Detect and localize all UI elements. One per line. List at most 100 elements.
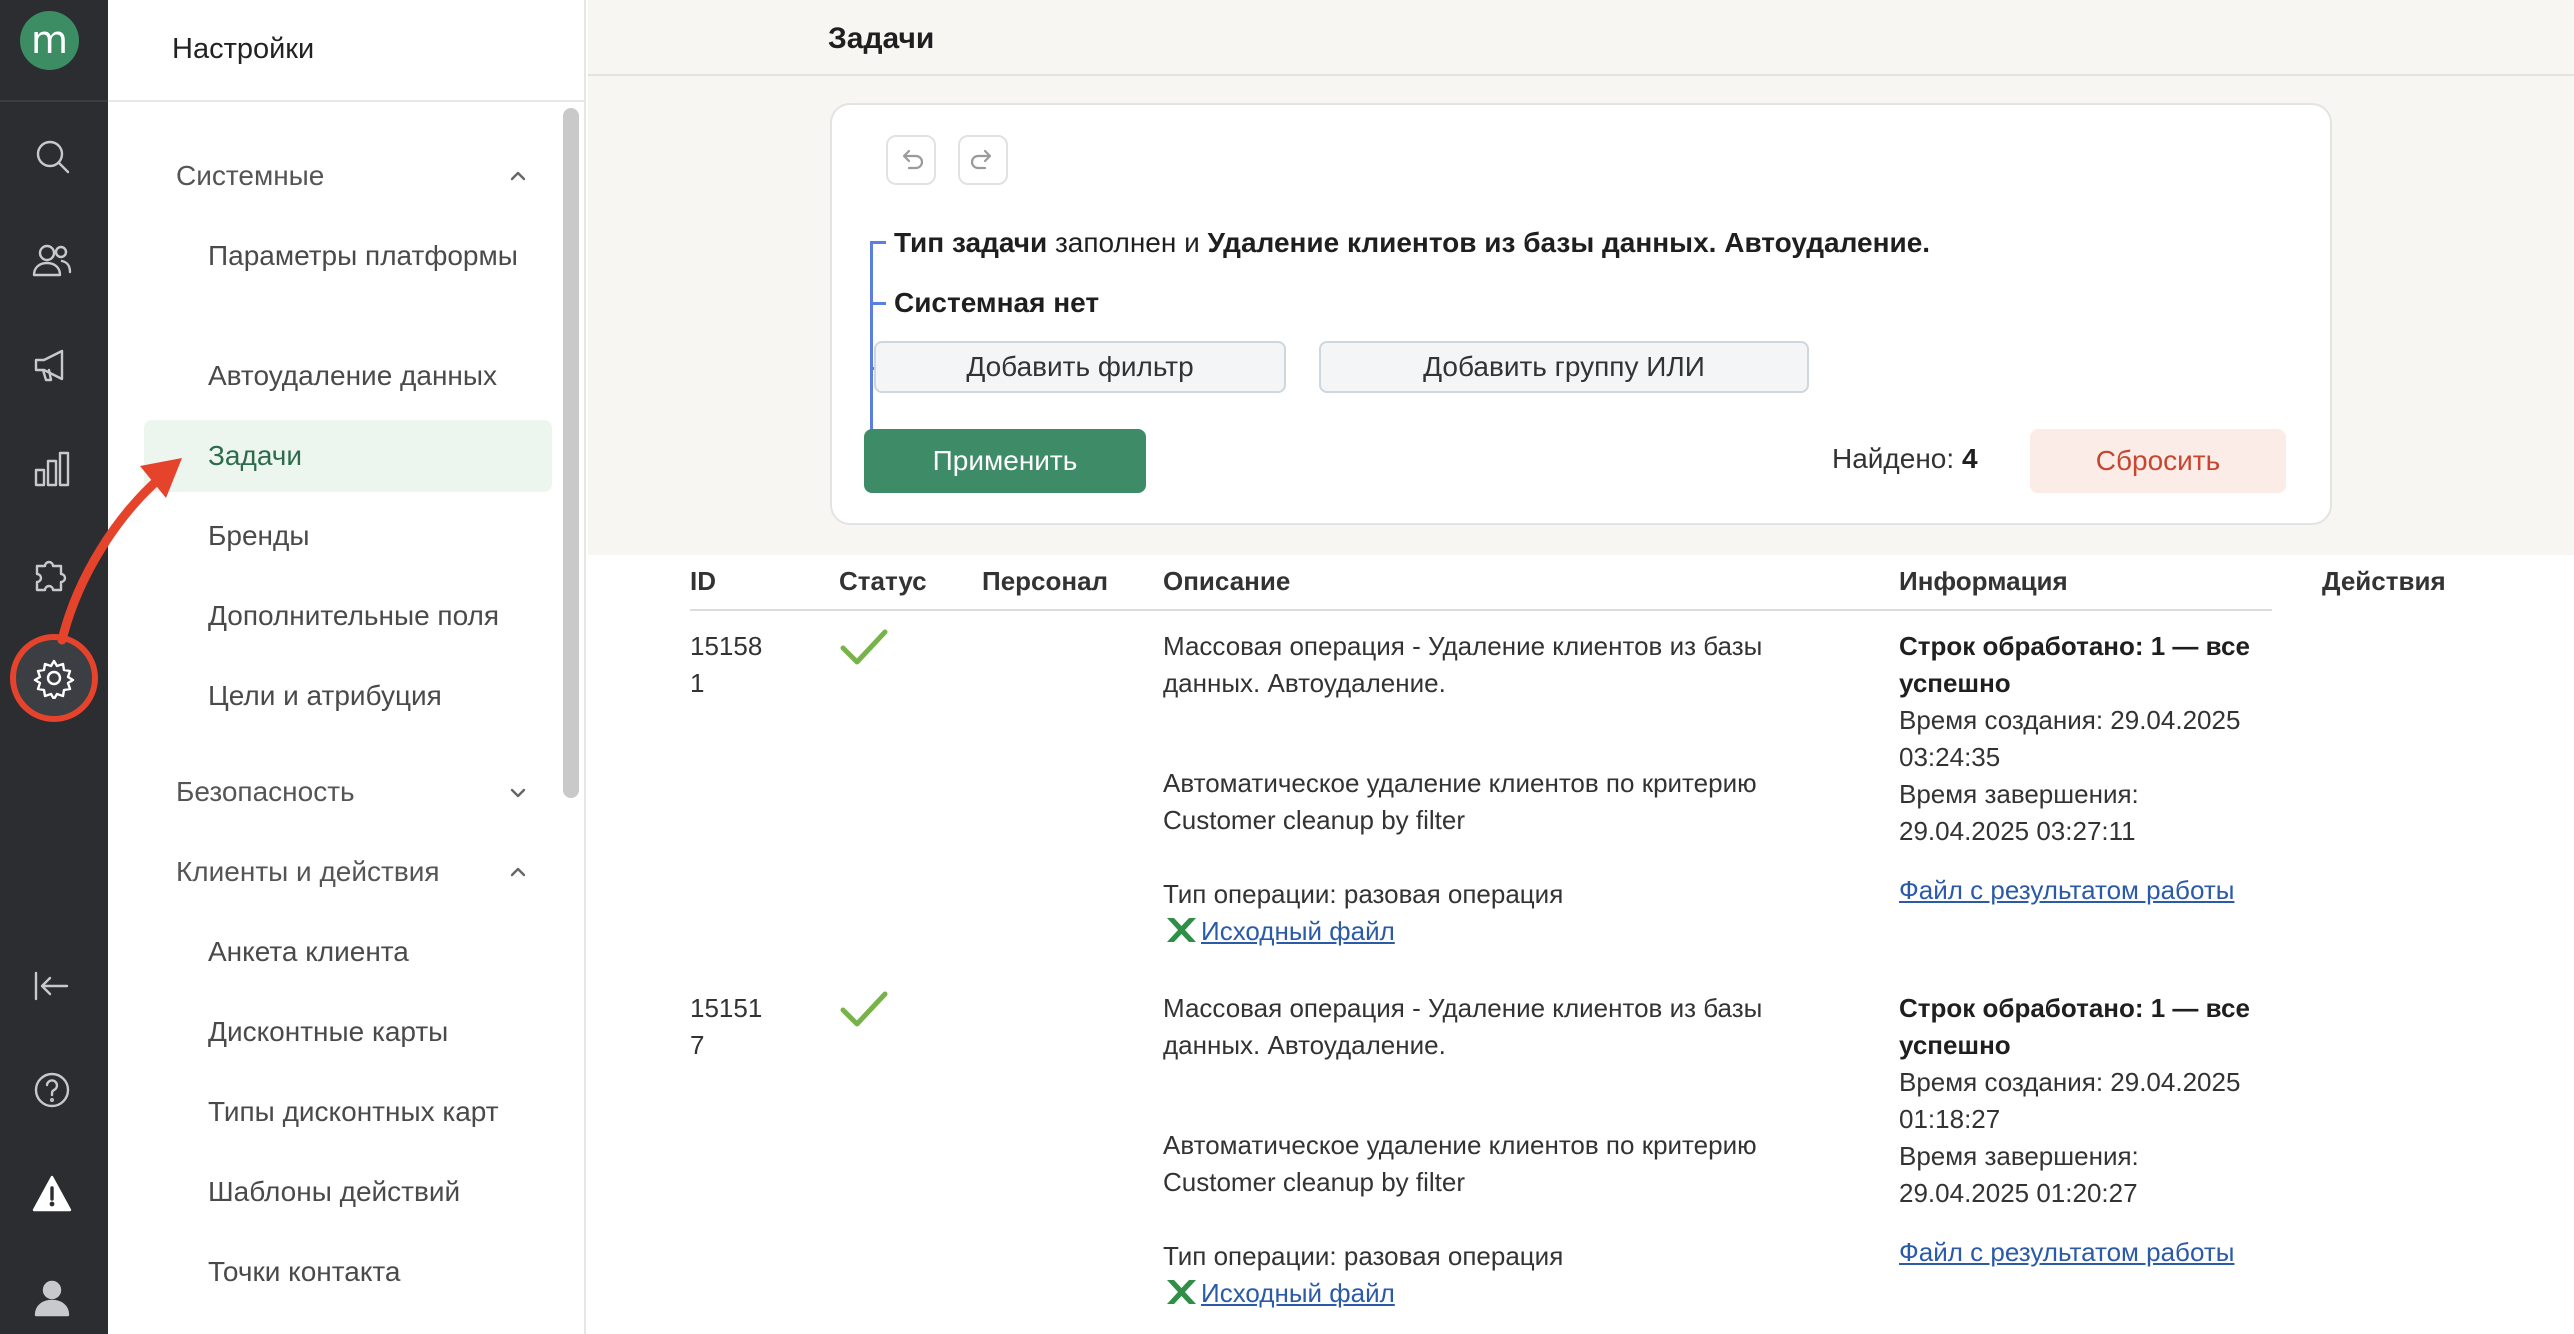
- description-line: Customer cleanup by filter: [1163, 1167, 1466, 1197]
- title-divider: [588, 74, 2574, 76]
- excel-file-icon: [1163, 915, 1197, 945]
- sidebar-item-auto-delete[interactable]: Автоудаление данных: [208, 356, 538, 396]
- result-file-link[interactable]: Файл с результатом работы: [1899, 1234, 2299, 1271]
- table-header-divider: [690, 609, 2272, 611]
- description-line: Customer cleanup by filter: [1163, 805, 1466, 835]
- chevron-up-icon[interactable]: [506, 164, 530, 188]
- column-header-info[interactable]: Информация: [1899, 566, 2068, 597]
- column-header-status[interactable]: Статус: [839, 566, 927, 597]
- rows-processed: успешно: [1899, 668, 2011, 698]
- sidebar-item-client-profile[interactable]: Анкета клиента: [208, 932, 538, 972]
- task-id-part: 15151: [690, 993, 763, 1023]
- sidebar-item-tasks[interactable]: Задачи: [208, 436, 538, 476]
- sidebar-item-extra-fields[interactable]: Дополнительные поля: [208, 596, 538, 636]
- settings-sidebar: Настройки Системные Параметры платформы …: [108, 0, 586, 1334]
- task-id-part: 1: [690, 668, 705, 698]
- operation-type: Тип операции: разовая операция: [1163, 879, 1564, 909]
- chevron-down-icon[interactable]: [506, 781, 530, 805]
- collapse-icon[interactable]: [24, 958, 80, 1014]
- page-title: Задачи: [828, 22, 935, 55]
- column-header-description[interactable]: Описание: [1163, 566, 1290, 597]
- sidebar-item-platform-params[interactable]: Параметры платформы: [208, 236, 538, 276]
- chart-icon[interactable]: [24, 441, 80, 497]
- chevron-up-icon[interactable]: [506, 860, 530, 884]
- condition-text: Системная нет: [894, 287, 1100, 318]
- rows-processed: успешно: [1899, 1030, 2011, 1060]
- condition-field: Тип задачи: [894, 227, 1048, 258]
- icon-rail: m: [0, 0, 108, 1334]
- source-file-link[interactable]: Исходный файл: [1201, 1278, 1395, 1308]
- filter-condition-task-type[interactable]: Тип задачи заполнен и Удаление клиентов …: [894, 227, 1930, 259]
- column-header-actions[interactable]: Действия: [2322, 566, 2446, 597]
- rows-processed: Строк обработано: 1 — все: [1899, 631, 2250, 661]
- undo-icon: [902, 149, 924, 170]
- finished-time: 29.04.2025 01:20:27: [1899, 1178, 2138, 1208]
- sidebar-item-contact-points[interactable]: Точки контакта: [208, 1252, 538, 1292]
- description-line: данных. Автоудаление.: [1163, 1030, 1446, 1060]
- excel-file-icon: [1163, 1277, 1197, 1307]
- search-icon[interactable]: [24, 128, 80, 184]
- sidebar-group-security[interactable]: Безопасность: [176, 776, 355, 808]
- sidebar-group-clients-actions[interactable]: Клиенты и действия: [176, 856, 440, 888]
- apply-button[interactable]: Применить: [864, 429, 1146, 493]
- finished-time: Время завершения:: [1899, 779, 2139, 809]
- finished-time: Время завершения:: [1899, 1141, 2139, 1171]
- add-or-group-button[interactable]: Добавить группу ИЛИ: [1319, 341, 1809, 393]
- sidebar-item-brands[interactable]: Бренды: [208, 516, 538, 556]
- column-header-staff[interactable]: Персонал: [982, 566, 1108, 597]
- main-content: Задачи Тип задачи заполнен и Удаление кл…: [588, 0, 2574, 1334]
- status-success-icon: [838, 626, 890, 680]
- rows-processed: Строк обработано: 1 — все: [1899, 993, 2250, 1023]
- redo-button[interactable]: [958, 135, 1008, 185]
- task-id: 15151 7: [690, 990, 762, 1064]
- result-file-link[interactable]: Файл с результатом работы: [1899, 872, 2299, 909]
- filter-condition-system[interactable]: Системная нет: [894, 287, 1099, 319]
- sidebar-item-action-templates[interactable]: Шаблоны действий: [208, 1172, 538, 1212]
- users-icon[interactable]: [24, 232, 80, 288]
- task-id-part: 7: [690, 1030, 705, 1060]
- description-line: Массовая операция - Удаление клиентов из…: [1163, 631, 1763, 661]
- megaphone-icon[interactable]: [24, 337, 80, 393]
- help-icon[interactable]: [24, 1062, 80, 1118]
- source-file-link[interactable]: Исходный файл: [1201, 916, 1395, 946]
- task-id: 15158 1: [690, 628, 762, 702]
- undo-button[interactable]: [886, 135, 936, 185]
- sidebar-header-divider: [108, 100, 584, 102]
- sidebar-title: Настройки: [172, 33, 315, 65]
- redo-icon: [970, 149, 992, 170]
- description-line: Автоматическое удаление клиентов по крит…: [1163, 768, 1757, 798]
- condition-tick: [870, 241, 886, 244]
- condition-operator: заполнен и: [1047, 227, 1208, 258]
- warning-icon[interactable]: [24, 1166, 80, 1222]
- rail-divider: [0, 100, 108, 102]
- description-line: Автоматическое удаление клиентов по крит…: [1163, 1130, 1757, 1160]
- task-description: Массовая операция - Удаление клиентов из…: [1163, 990, 1803, 1312]
- found-count: Найдено: 4: [1832, 443, 1978, 475]
- created-time: 03:24:35: [1899, 742, 2001, 772]
- add-filter-button[interactable]: Добавить фильтр: [874, 341, 1286, 393]
- finished-time: 29.04.2025 03:27:11: [1899, 816, 2136, 846]
- created-time: 01:18:27: [1899, 1104, 2001, 1134]
- task-id-part: 15158: [690, 631, 763, 661]
- reset-button[interactable]: Сбросить: [2030, 429, 2286, 493]
- condition-value: Удаление клиентов из базы данных. Автоуд…: [1207, 227, 1931, 258]
- sidebar-item-discount-cards[interactable]: Дисконтные карты: [208, 1012, 538, 1052]
- column-header-id[interactable]: ID: [690, 566, 716, 597]
- description-line: данных. Автоудаление.: [1163, 668, 1446, 698]
- app-logo[interactable]: m: [20, 11, 79, 70]
- task-info: Строк обработано: 1 — все успешно Время …: [1899, 628, 2299, 909]
- filter-panel: Тип задачи заполнен и Удаление клиентов …: [830, 103, 2332, 525]
- puzzle-icon[interactable]: [24, 545, 80, 601]
- gear-icon[interactable]: [10, 634, 98, 722]
- created-time: Время создания: 29.04.2025: [1899, 1067, 2241, 1097]
- description-line: Массовая операция - Удаление клиентов из…: [1163, 993, 1763, 1023]
- found-number: 4: [1961, 443, 1978, 474]
- sidebar-item-goals-attribution[interactable]: Цели и атрибуция: [208, 676, 538, 716]
- user-icon[interactable]: [24, 1270, 80, 1326]
- sidebar-group-system[interactable]: Системные: [176, 160, 324, 192]
- found-label: Найдено:: [1832, 443, 1955, 474]
- task-description: Массовая операция - Удаление клиентов из…: [1163, 628, 1803, 950]
- operation-type: Тип операции: разовая операция: [1163, 1241, 1564, 1271]
- sidebar-scrollbar[interactable]: [563, 108, 579, 798]
- sidebar-item-discount-card-types[interactable]: Типы дисконтных карт: [208, 1092, 538, 1132]
